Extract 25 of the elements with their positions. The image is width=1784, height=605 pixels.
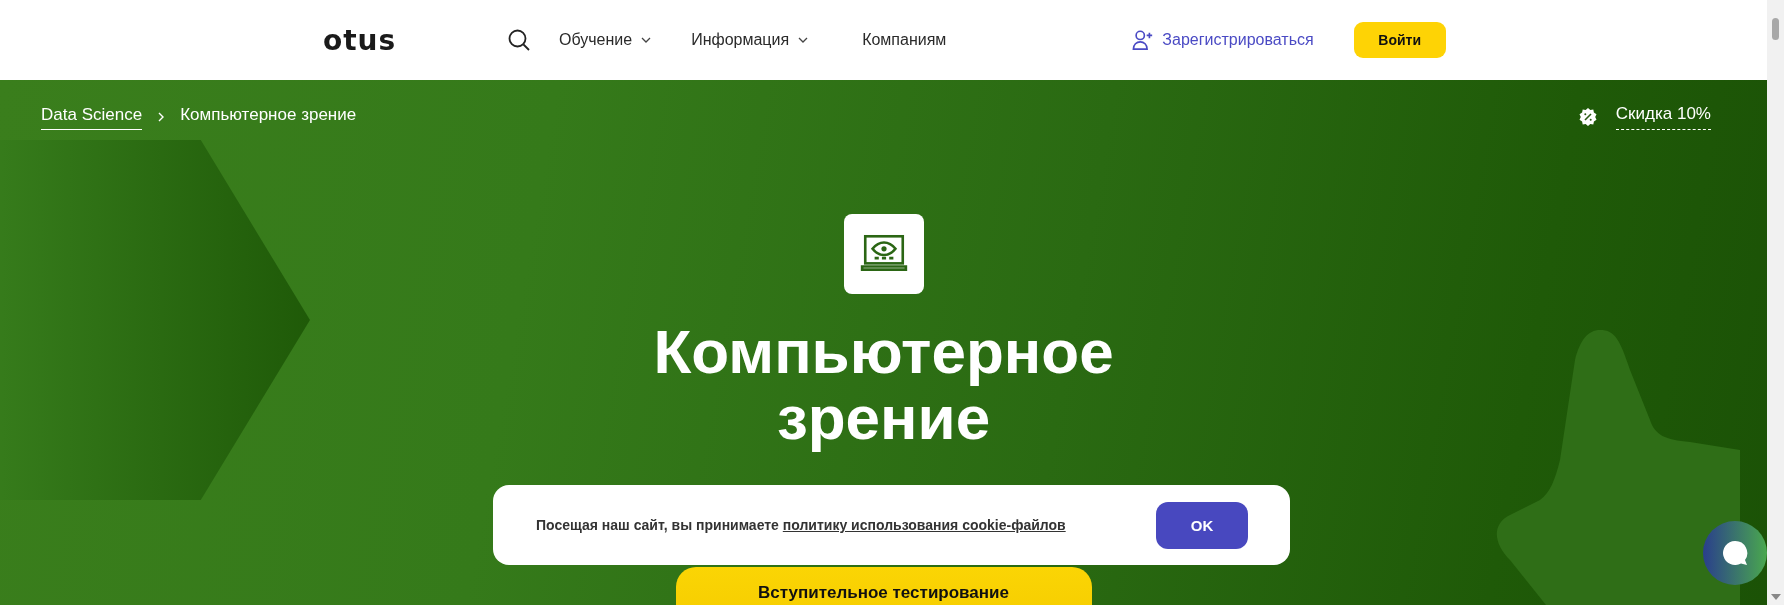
discount-link[interactable]: Скидка 10% xyxy=(1615,104,1711,130)
breadcrumb-current: Компьютерное зрение xyxy=(180,105,357,126)
scrollbar[interactable] xyxy=(1767,0,1784,605)
scroll-down-icon[interactable] xyxy=(1771,594,1781,600)
cookie-notice: Посещая наш сайт, вы принимаете политику использования cookie-файлов xyxy=(536,517,1066,533)
nav-link[interactable]: Информация xyxy=(691,31,809,49)
chevron-right-icon xyxy=(158,112,165,122)
percent-badge-icon xyxy=(1577,107,1598,127)
scrollbar-thumb[interactable] xyxy=(1772,18,1779,40)
nav-link[interactable]: Обучение xyxy=(559,31,652,49)
cookie-policy-link[interactable]: политику использования cookie-файлов xyxy=(782,517,1066,533)
search-icon[interactable] xyxy=(507,28,531,52)
entrance-test-button[interactable]: Вступительное тестирование xyxy=(675,567,1092,605)
chevron-down-icon xyxy=(798,37,809,43)
nav-link[interactable]: Компаниям xyxy=(862,31,947,49)
chat-bubble-icon xyxy=(1720,538,1750,568)
ok-button[interactable]: OK xyxy=(1156,501,1248,549)
course-title: Компьютерное зрение xyxy=(652,319,1115,451)
course-icon xyxy=(843,214,924,294)
chevron-down-icon xyxy=(641,37,652,43)
breadcrumb-link[interactable]: Data Science xyxy=(41,104,143,130)
otus-logo[interactable]: otus xyxy=(323,23,409,57)
login-button[interactable]: Войти xyxy=(1353,22,1446,58)
add-user-icon xyxy=(1132,29,1155,51)
register-link[interactable]: Зарегистрироваться xyxy=(1132,29,1314,51)
